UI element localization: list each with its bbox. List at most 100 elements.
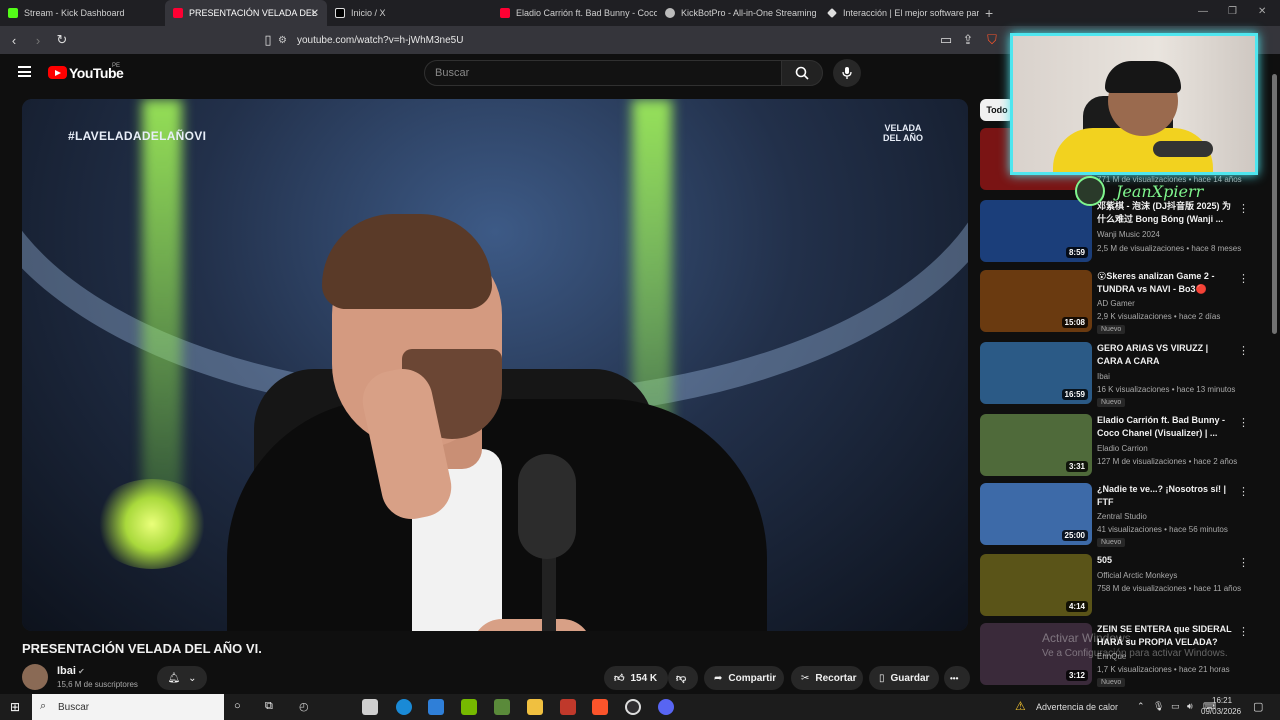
more-options-icon[interactable]: ⋮ <box>1238 344 1249 357</box>
close-tab-icon[interactable]: ✕ <box>311 8 319 19</box>
weather-status[interactable]: Advertencia de calor <box>1036 702 1118 712</box>
channel-name[interactable]: Ibai <box>57 665 76 677</box>
recommended-video[interactable]: 4:14 505 Official Arctic Monkeys 758 M d… <box>980 554 1280 620</box>
brave-icon[interactable] <box>592 699 608 715</box>
windows-start-icon[interactable]: ⊞ <box>10 700 20 714</box>
search-button[interactable] <box>781 60 823 86</box>
clock-time[interactable]: 16:21 <box>1212 696 1232 705</box>
like-button[interactable]: 👍︎ 154 K <box>604 666 668 690</box>
video-thumbnail[interactable]: 8:59 <box>980 200 1092 262</box>
more-options-icon[interactable]: ⋮ <box>1238 625 1249 638</box>
video-channel[interactable]: Wanji Music 2024 <box>1097 230 1160 239</box>
back-icon[interactable]: ‹ <box>4 30 24 50</box>
mail-icon[interactable] <box>428 699 444 715</box>
video-title[interactable]: Eladio Carrión ft. Bad Bunny - Coco Chan… <box>1097 414 1235 440</box>
obs-icon[interactable] <box>625 699 641 715</box>
clip-button[interactable]: ✂ Recortar <box>791 666 863 690</box>
cast-icon[interactable]: ▭ <box>936 30 956 50</box>
recommended-video[interactable]: 15:08 😮Skeres analizan Game 2 - TUNDRA v… <box>980 270 1280 336</box>
notifications-icon[interactable]: ▢ <box>1253 700 1263 713</box>
performance-icon[interactable]: ◴ <box>299 700 309 713</box>
share-button[interactable]: ➦ Compartir <box>704 666 784 690</box>
youtube-icon <box>173 8 183 18</box>
recommended-video[interactable]: 8:59 邓紫棋 - 泡沫 (DJ抖音版 2025) 为什么难过 Bong Bó… <box>980 200 1280 266</box>
tab-label: PRESENTACIÓN VELADA DEL <box>189 8 317 18</box>
nvidia-icon[interactable] <box>461 699 477 715</box>
network-icon[interactable]: ▭ <box>1171 701 1180 712</box>
kickbotpro-icon <box>665 8 675 18</box>
close-window-icon[interactable]: ✕ <box>1258 6 1266 17</box>
tab-label: Eladio Carrión ft. Bad Bunny - Coco C <box>516 8 657 18</box>
tab-youtube-video[interactable]: PRESENTACIÓN VELADA DEL ✕ <box>165 0 327 26</box>
tab-label: Inicio / X <box>351 8 386 18</box>
minecraft-icon[interactable] <box>494 699 510 715</box>
app-icon[interactable] <box>560 699 576 715</box>
more-options-icon[interactable]: ⋮ <box>1238 202 1249 215</box>
search-input[interactable]: Buscar <box>424 60 782 86</box>
youtube-logo-icon[interactable] <box>48 66 67 79</box>
tab-interaccion[interactable]: Interacción | El mejor software para p <box>819 0 979 26</box>
tab-kickbotpro[interactable]: KickBotPro - All-in-One Streaming To <box>657 0 819 26</box>
video-thumbnail[interactable]: 4:14 <box>980 554 1092 616</box>
video-channel[interactable]: Ibai <box>1097 372 1110 381</box>
chip-all[interactable]: Todo <box>980 99 1014 121</box>
clock-date[interactable]: 09/03/2026 <box>1201 707 1241 716</box>
share-icon[interactable]: ⇪ <box>958 30 978 50</box>
video-thumbnail[interactable]: 15:08 <box>980 270 1092 332</box>
taskbar-search[interactable]: ⌕ Buscar <box>32 694 224 720</box>
bookmark-icon[interactable]: ▯ <box>258 30 278 50</box>
video-title[interactable]: 邓紫棋 - 泡沫 (DJ抖音版 2025) 为什么难过 Bong Bóng (W… <box>1097 200 1235 226</box>
video-title[interactable]: GERO ARIAS VS VIRUZZ | CARA A CARA <box>1097 342 1235 368</box>
minimize-window-icon[interactable]: — <box>1198 6 1208 17</box>
store-icon[interactable] <box>362 699 378 715</box>
brave-shield-icon[interactable]: ⛉ <box>982 30 1002 50</box>
cortana-icon[interactable]: ○ <box>234 700 241 712</box>
video-thumbnail[interactable]: 16:59 <box>980 342 1092 404</box>
video-thumbnail[interactable]: 25:00 <box>980 483 1092 545</box>
tab-eladio-carrion[interactable]: Eladio Carrión ft. Bad Bunny - Coco C <box>492 0 657 26</box>
more-actions-button[interactable]: ••• <box>944 666 970 690</box>
recommended-video[interactable]: 16:59 GERO ARIAS VS VIRUZZ | CARA A CARA… <box>980 342 1280 408</box>
site-info-icon[interactable]: ⚙ <box>278 35 287 46</box>
recommended-video[interactable]: 25:00 ¿Nadie te ve...? ¡Nosotros sí! | F… <box>980 483 1280 549</box>
more-options-icon[interactable]: ⋮ <box>1238 485 1249 498</box>
video-title[interactable]: 😮Skeres analizan Game 2 - TUNDRA vs NAVI… <box>1097 270 1235 296</box>
tab-x-home[interactable]: Inicio / X <box>327 0 492 26</box>
maximize-window-icon[interactable]: ❐ <box>1228 6 1237 17</box>
page-scrollbar[interactable] <box>1270 54 1280 690</box>
video-player[interactable]: #LAVELADADELAÑOVI VELADA DEL AÑO <box>22 99 968 631</box>
edge-icon[interactable] <box>396 699 412 715</box>
address-bar[interactable]: ⚙ youtube.com/watch?v=h-jWhM3ne5U <box>278 29 978 51</box>
scrollbar-thumb[interactable] <box>1272 74 1277 334</box>
tray-microphone-icon[interactable]: 🎙︎ <box>1153 701 1164 712</box>
voice-search-button[interactable] <box>833 59 861 87</box>
subscription-bell-button[interactable]: 🔔︎ ⌄ <box>157 666 207 690</box>
dislike-button[interactable]: 👎︎ <box>668 666 698 690</box>
video-title[interactable]: 505 <box>1097 554 1235 567</box>
save-button[interactable]: ▯ Guardar <box>869 666 939 690</box>
activation-watermark-title: Activar Windows <box>1042 631 1131 645</box>
channel-avatar[interactable] <box>22 664 48 690</box>
video-channel[interactable]: Zentral Studio <box>1097 512 1147 521</box>
more-options-icon[interactable]: ⋮ <box>1238 556 1249 569</box>
video-thumbnail[interactable]: 3:31 <box>980 414 1092 476</box>
new-tab-button[interactable]: + <box>985 5 993 21</box>
scissors-icon: ✂ <box>801 672 810 684</box>
video-channel[interactable]: Eladio Carrion <box>1097 444 1148 453</box>
task-view-icon[interactable]: ⧉ <box>265 700 273 713</box>
discord-icon[interactable] <box>658 699 674 715</box>
volume-icon[interactable]: 🔊︎ <box>1187 701 1193 712</box>
more-options-icon[interactable]: ⋮ <box>1238 416 1249 429</box>
video-title[interactable]: ¿Nadie te ve...? ¡Nosotros sí! | FTF <box>1097 483 1235 509</box>
clip-label: Recortar <box>815 672 857 684</box>
video-channel[interactable]: Official Arctic Monkeys <box>1097 571 1177 580</box>
forward-icon[interactable]: › <box>28 30 48 50</box>
reload-icon[interactable]: ↻ <box>52 30 72 50</box>
tray-chevron-icon[interactable]: ⌃ <box>1137 701 1145 712</box>
explorer-icon[interactable] <box>527 699 543 715</box>
menu-icon[interactable] <box>18 66 31 77</box>
tab-kick-dashboard[interactable]: Stream - Kick Dashboard <box>0 0 165 26</box>
more-options-icon[interactable]: ⋮ <box>1238 272 1249 285</box>
recommended-video[interactable]: 3:31 Eladio Carrión ft. Bad Bunny - Coco… <box>980 414 1280 480</box>
video-channel[interactable]: AD Gamer <box>1097 299 1135 308</box>
